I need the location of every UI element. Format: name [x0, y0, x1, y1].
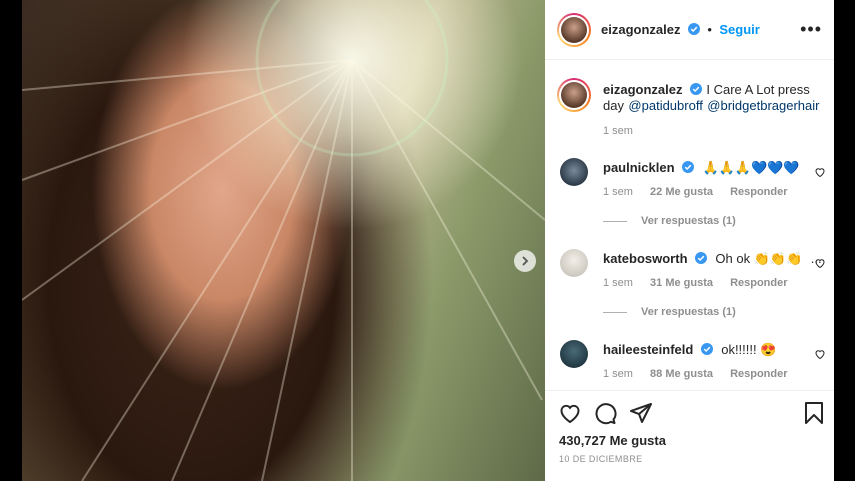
caption-avatar[interactable] — [557, 78, 591, 112]
comment: haileesteinfeld ok!!!!!! 😍 — [603, 341, 776, 359]
view-replies-label: Ver respuestas (1) — [641, 306, 736, 318]
likes-count[interactable]: 430,727 Me gusta — [559, 433, 666, 448]
instagram-post-view: eizagonzalez • Seguir ••• eizagonzalez I… — [0, 0, 855, 481]
view-replies-label: Ver respuestas (1) — [641, 215, 736, 227]
follow-button[interactable]: Seguir — [719, 22, 759, 37]
comment-text: ok!!!!!! 😍 — [721, 342, 777, 357]
sun-rays — [22, 0, 545, 481]
comment-username[interactable]: katebosworth — [603, 251, 688, 266]
chevron-right-icon — [522, 256, 529, 266]
caption: eizagonzalez I Care A Lot press day @pat… — [603, 82, 828, 114]
comment-meta: 1 sem 31 Me gusta Responder — [603, 277, 802, 289]
share-icon[interactable] — [629, 401, 653, 425]
comment-meta: 1 sem 22 Me gusta Responder — [603, 186, 802, 198]
comment-likes[interactable]: 31 Me gusta — [650, 277, 713, 289]
author-avatar[interactable] — [557, 13, 591, 47]
author-line: eizagonzalez • Seguir — [601, 21, 760, 39]
page-edge — [834, 0, 855, 481]
comment-meta: 1 sem 88 Me gusta Responder — [603, 368, 802, 380]
more-options-icon[interactable]: ••• — [800, 20, 822, 38]
heart-icon[interactable] — [814, 348, 826, 360]
comment: paulnicklen 🙏🙏🙏💙💙💙 — [603, 159, 800, 177]
verified-icon — [700, 343, 713, 355]
caption-time: 1 sem — [603, 125, 633, 137]
heart-icon[interactable] — [814, 166, 826, 178]
view-replies-button[interactable]: Ver respuestas (1) — [603, 306, 736, 318]
carousel-next-button[interactable] — [514, 250, 536, 272]
comment-text: 🙏🙏🙏💙💙💙 — [702, 160, 800, 175]
heart-icon[interactable] — [558, 401, 582, 425]
post-side-panel: eizagonzalez • Seguir ••• eizagonzalez I… — [545, 0, 834, 481]
reply-button[interactable]: Responder — [730, 368, 787, 380]
view-replies-button[interactable]: Ver respuestas (1) — [603, 215, 736, 227]
author-username[interactable]: eizagonzalez — [601, 22, 680, 37]
commenter-avatar[interactable] — [560, 340, 588, 368]
post-date: 10 DE DICIEMBRE — [559, 454, 643, 464]
mention-link[interactable]: @bridgetbragerhair — [707, 98, 819, 113]
verified-icon — [689, 83, 702, 95]
comment-time: 1 sem — [603, 186, 633, 198]
caption-username[interactable]: eizagonzalez — [603, 82, 682, 97]
comment-username[interactable]: haileesteinfeld — [603, 342, 693, 357]
verified-icon — [687, 23, 700, 35]
mention-link[interactable]: @patidubroff — [628, 98, 702, 113]
commenter-avatar[interactable] — [560, 158, 588, 186]
reply-button[interactable]: Responder — [730, 186, 787, 198]
separator-dot: • — [707, 22, 712, 37]
post-header: eizagonzalez • Seguir ••• — [545, 0, 834, 60]
comment-text: Oh ok 👏👏👏 — [715, 251, 803, 266]
comment: katebosworth Oh ok 👏👏👏 ... — [603, 250, 822, 268]
bookmark-icon[interactable] — [802, 401, 826, 425]
post-photo[interactable] — [22, 0, 545, 481]
verified-icon — [694, 252, 707, 264]
commenter-avatar[interactable] — [560, 249, 588, 277]
comment-likes[interactable]: 22 Me gusta — [650, 186, 713, 198]
post-actions: 430,727 Me gusta 10 DE DICIEMBRE — [545, 390, 834, 481]
verified-icon — [681, 161, 694, 173]
comment-likes[interactable]: 88 Me gusta — [650, 368, 713, 380]
reply-button[interactable]: Responder — [730, 277, 787, 289]
comment-username[interactable]: paulnicklen — [603, 160, 675, 175]
heart-icon[interactable] — [814, 257, 826, 269]
comment-icon[interactable] — [593, 401, 617, 425]
comment-time: 1 sem — [603, 368, 633, 380]
comment-time: 1 sem — [603, 277, 633, 289]
